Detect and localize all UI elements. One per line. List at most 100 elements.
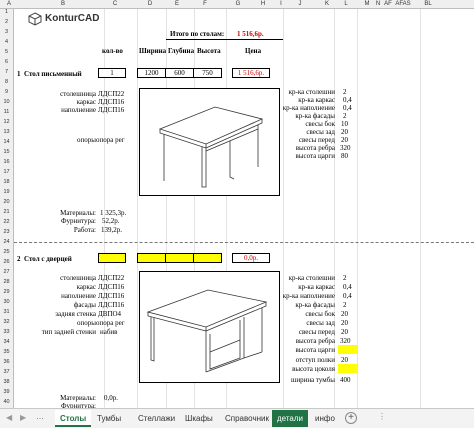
row-header[interactable]: 38	[0, 379, 13, 385]
item1-setting-value[interactable]: 0,4	[343, 96, 352, 104]
item2-qty-cell[interactable]	[98, 253, 126, 263]
item1-setting-value[interactable]: 2	[343, 88, 347, 96]
item1-price-cell[interactable]: 1 516,6р.	[232, 68, 270, 78]
item2-param-value[interactable]: ДВПО4	[98, 310, 121, 318]
row-header[interactable]: 2	[0, 19, 13, 25]
row-header[interactable]: 40	[0, 399, 13, 405]
column-header[interactable]: M	[362, 1, 372, 7]
item1-param-value[interactable]: ЛДСП16	[98, 98, 124, 106]
row-header[interactable]: 12	[0, 119, 13, 125]
item1-qty-cell[interactable]: 1	[98, 68, 126, 78]
item1-setting-value[interactable]: 320	[340, 144, 351, 152]
scroll-left-icon[interactable]: ◀	[6, 413, 12, 422]
row-header[interactable]: 24	[0, 239, 13, 245]
column-header[interactable]: J	[295, 1, 305, 7]
tab-info[interactable]: инфо	[310, 410, 340, 427]
column-header[interactable]: L	[341, 1, 351, 7]
row-header[interactable]: 37	[0, 369, 13, 375]
item1-param-value[interactable]: ЛДСП16	[98, 106, 124, 114]
item2-param-value[interactable]: ЛДСП16	[98, 292, 124, 300]
column-header[interactable]: C	[110, 1, 120, 7]
item1-setting-value[interactable]: 20	[341, 136, 348, 144]
tab-stellazhi[interactable]: Стеллажи	[133, 410, 180, 427]
column-header[interactable]: AF	[383, 1, 393, 7]
tab-spravochnik[interactable]: Справочник	[220, 410, 274, 427]
row-header[interactable]: 3	[0, 29, 13, 35]
row-header[interactable]: 21	[0, 209, 13, 215]
row-header[interactable]: 10	[0, 99, 13, 105]
column-header[interactable]: AFAS	[393, 1, 413, 7]
item2-setting-input-highlight[interactable]	[338, 345, 358, 354]
tab-shkafy[interactable]: Шкафы	[180, 410, 218, 427]
item1-param-value[interactable]: ЛДСП22	[98, 90, 124, 98]
item1-materials-value[interactable]: 1 325,3р.	[100, 209, 126, 217]
row-header[interactable]: 5	[0, 49, 13, 55]
row-header[interactable]: 23	[0, 229, 13, 235]
column-header[interactable]: K	[322, 1, 332, 7]
row-header[interactable]: 1	[0, 9, 13, 15]
row-header[interactable]: 36	[0, 359, 13, 365]
item1-work-value[interactable]: 139,2р.	[101, 226, 122, 234]
item2-depth-cell[interactable]	[165, 253, 194, 263]
row-header[interactable]: 26	[0, 259, 13, 265]
add-sheet-icon[interactable]: +	[345, 412, 357, 424]
row-header[interactable]: 29	[0, 289, 13, 295]
row-header[interactable]: 32	[0, 319, 13, 325]
more-sheets-icon[interactable]: …	[36, 412, 44, 421]
column-header[interactable]: N	[373, 1, 383, 7]
item2-param-value[interactable]: ЛДСП16	[98, 301, 124, 309]
row-header[interactable]: 11	[0, 109, 13, 115]
column-header[interactable]: F	[200, 1, 210, 7]
row-header[interactable]: 8	[0, 79, 13, 85]
item2-param-value[interactable]: набив	[100, 328, 117, 336]
item2-height-cell[interactable]	[193, 253, 222, 263]
item1-param-value[interactable]: опора рег	[96, 136, 125, 144]
total-value[interactable]: 1 516,6р.	[237, 30, 264, 38]
row-header[interactable]: 9	[0, 89, 13, 95]
row-header[interactable]: 20	[0, 199, 13, 205]
row-header[interactable]: 15	[0, 149, 13, 155]
row-header[interactable]: 13	[0, 129, 13, 135]
item2-setting-value[interactable]: 2	[343, 274, 347, 282]
column-header[interactable]: BL	[421, 1, 435, 7]
row-header[interactable]: 22	[0, 219, 13, 225]
tab-options-icon[interactable]: ⋮	[378, 412, 386, 421]
item2-param-value[interactable]: ЛДСП16	[98, 283, 124, 291]
row-header[interactable]: 17	[0, 169, 13, 175]
tab-tumby[interactable]: Тумбы	[92, 410, 126, 427]
item2-setting-value[interactable]: 20	[341, 328, 348, 336]
item1-setting-value[interactable]: 20	[341, 128, 348, 136]
row-header[interactable]: 16	[0, 159, 13, 165]
row-header[interactable]: 14	[0, 139, 13, 145]
item2-param-value[interactable]: ЛДСП22	[98, 274, 124, 282]
item2-setting-input-highlight[interactable]	[338, 364, 358, 373]
column-header[interactable]: D	[145, 1, 155, 7]
item2-price-cell[interactable]: 0,0р.	[232, 253, 270, 263]
row-header[interactable]: 27	[0, 269, 13, 275]
item1-setting-value[interactable]: 80	[341, 152, 348, 160]
item2-setting-value[interactable]: 0,4	[343, 283, 352, 291]
item1-setting-value[interactable]: 10	[341, 120, 348, 128]
row-header[interactable]: 19	[0, 189, 13, 195]
item2-setting-value[interactable]: 20	[341, 319, 348, 327]
column-header[interactable]: H	[258, 1, 268, 7]
item1-fittings-value[interactable]: 52,2р.	[102, 217, 120, 225]
item1-setting-value[interactable]: 0,4	[343, 104, 352, 112]
row-header[interactable]: 25	[0, 249, 13, 255]
item2-setting-value[interactable]: 20	[341, 356, 348, 364]
row-header[interactable]: 34	[0, 339, 13, 345]
item2-setting-value[interactable]: 0,4	[343, 292, 352, 300]
scroll-right-icon[interactable]: ▶	[20, 413, 26, 422]
row-header[interactable]: 31	[0, 309, 13, 315]
row-header[interactable]: 18	[0, 179, 13, 185]
row-header[interactable]: 33	[0, 329, 13, 335]
column-header[interactable]: B	[58, 1, 68, 7]
tab-detali[interactable]: детали	[272, 410, 309, 427]
row-header[interactable]: 7	[0, 69, 13, 75]
item2-param-value[interactable]: опора рег	[96, 319, 125, 327]
item2-setting-value[interactable]: 320	[340, 337, 351, 345]
item2-setting-value[interactable]: 2	[343, 301, 347, 309]
column-header[interactable]: A	[5, 1, 13, 7]
column-header[interactable]: E	[172, 1, 182, 7]
item1-setting-value[interactable]: 2	[343, 112, 347, 120]
